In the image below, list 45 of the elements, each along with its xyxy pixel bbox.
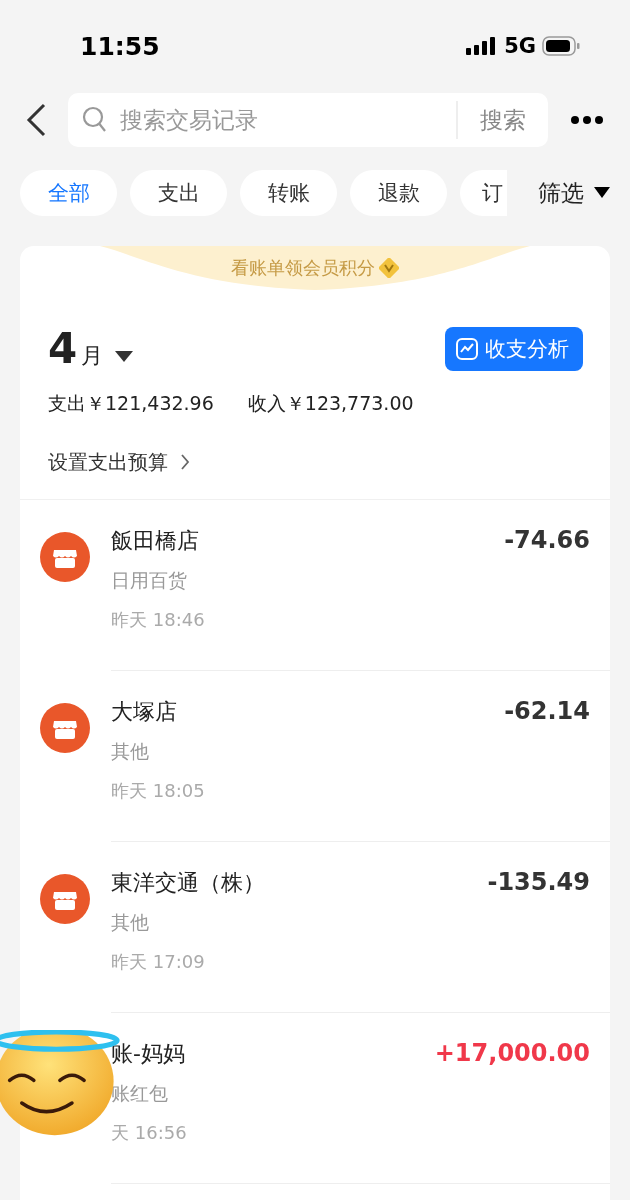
merchant-name: 大塚店 xyxy=(111,698,178,726)
filter-chip[interactable]: 支出 xyxy=(130,170,227,216)
back-icon[interactable] xyxy=(26,103,46,137)
search-field[interactable]: 搜索交易记录 搜索 xyxy=(68,93,548,147)
chevron-icon xyxy=(180,454,190,470)
budget-link[interactable]: 设置支出预算 xyxy=(20,447,218,477)
search-button[interactable]: 搜索 xyxy=(458,104,548,136)
merchant-name: 東洋交通（株） xyxy=(111,869,266,897)
income-total: 收入￥123,773.00 xyxy=(247,391,414,416)
battery-icon xyxy=(542,36,580,56)
chart-icon xyxy=(455,336,479,361)
month-selector[interactable]: 4 月 xyxy=(48,324,134,373)
caret-icon xyxy=(594,187,610,199)
store-icon xyxy=(40,703,90,753)
expense-total: 支出￥121,432.96 xyxy=(48,391,214,416)
merchant-name: 飯田橋店 xyxy=(111,527,200,555)
filter-chip[interactable]: 退款 xyxy=(350,170,447,216)
v-badge-icon xyxy=(379,258,399,278)
category-label: 其他 xyxy=(111,910,150,935)
filter-chip[interactable]: 转账 xyxy=(240,170,337,216)
status-time: 11:55 xyxy=(80,31,160,61)
transaction-time: 昨天 18:46 xyxy=(111,608,206,632)
category-label: 账红包 xyxy=(111,1081,169,1106)
transaction-row[interactable]: 大塚店 其他 昨天 18:05 -62.14 xyxy=(20,671,610,842)
transaction-amount: +17,000.00 xyxy=(434,1039,590,1067)
store-icon xyxy=(40,874,90,924)
category-label: 日用百货 xyxy=(111,568,188,593)
transaction-time: 昨天 18:05 xyxy=(111,779,206,803)
transaction-amount: -62.14 xyxy=(504,697,590,725)
transaction-time: 天 16:56 xyxy=(111,1121,188,1145)
store-icon xyxy=(40,532,90,582)
transaction-amount: -135.49 xyxy=(487,868,590,896)
transaction-amount: -74.66 xyxy=(504,526,590,554)
caret-icon xyxy=(115,351,134,363)
more-icon[interactable] xyxy=(570,115,604,125)
search-icon xyxy=(82,106,108,134)
transaction-row[interactable]: 飯田橋店 日用百货 昨天 18:46 -74.66 xyxy=(20,500,610,671)
analysis-button[interactable]: 收支分析 xyxy=(445,326,583,371)
transaction-row[interactable]: 東洋交通（株） 其他 昨天 17:09 -135.49 xyxy=(20,842,610,1013)
transaction-time: 昨天 17:09 xyxy=(111,950,206,974)
filter-chip[interactable]: 全部 xyxy=(20,170,117,216)
network-label: 5G xyxy=(504,34,536,58)
category-label: 其他 xyxy=(111,739,150,764)
merchant-name: 账-妈妈 xyxy=(111,1040,186,1068)
filter-chip[interactable]: 订 xyxy=(460,170,507,216)
